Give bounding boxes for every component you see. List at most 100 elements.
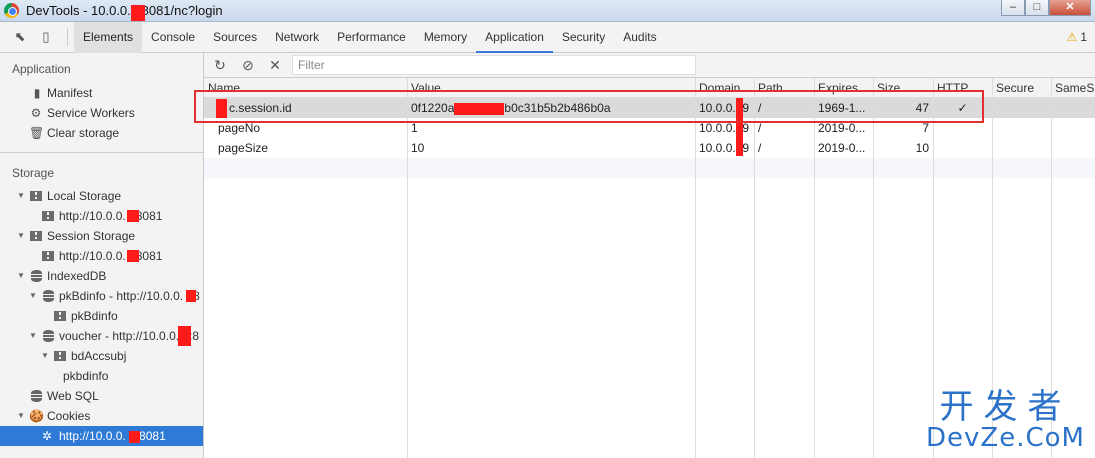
- column-header-size[interactable]: Size: [873, 78, 933, 98]
- cell-name-text: c.session.id: [229, 101, 292, 115]
- cell-path: /: [758, 101, 762, 115]
- redaction-mark: [178, 326, 191, 346]
- watermark-en: DevZe.CoM: [926, 423, 1085, 453]
- column-divider: [407, 78, 408, 458]
- cell-domain: 10.0.0. 9: [699, 121, 750, 135]
- cell-size: 47: [915, 101, 929, 115]
- refresh-icon[interactable]: ↻: [212, 57, 228, 73]
- sidebar-item-local-storage-origin[interactable]: http://10.0.0. 8081: [0, 206, 203, 226]
- sidebar-item-db-pkbdinfo[interactable]: ▼ pkBdinfo - http://10.0.0. :8: [0, 286, 203, 306]
- sidebar-item-local-storage[interactable]: ▼ Local Storage: [0, 186, 203, 206]
- cell-http: [933, 118, 992, 138]
- devtools-tabbar: ⬉ ▯ Elements Console Sources Network Per…: [0, 22, 1095, 53]
- expand-arrow-icon[interactable]: ▼: [17, 186, 25, 206]
- panel-tabs: Elements Console Sources Network Perform…: [74, 22, 666, 53]
- window-title: DevTools - 10.0.0. 8081/nc?login: [26, 3, 223, 18]
- redaction-mark: [127, 210, 139, 222]
- inspect-element-icon[interactable]: ⬉: [12, 29, 28, 45]
- sidebar-item-db-voucher[interactable]: ▼ voucher - http://10.0.0. :8: [0, 326, 203, 346]
- sidebar-item-indexeddb[interactable]: ▼ IndexedDB: [0, 266, 203, 286]
- sidebar-item-manifest[interactable]: ▮ Manifest: [0, 83, 203, 103]
- expand-arrow-icon[interactable]: ▼: [29, 326, 37, 346]
- window-controls: – □ ✕: [1001, 0, 1091, 16]
- sidebar-item-store-bdaccsubj[interactable]: ▼ bdAccsubj: [0, 346, 203, 366]
- sidebar-item-session-storage[interactable]: ▼ Session Storage: [0, 226, 203, 246]
- cell-value-text: 0f1220a: [411, 101, 455, 115]
- tab-network[interactable]: Network: [266, 22, 328, 53]
- cell-domain: 10.0.0. 9: [699, 101, 750, 115]
- close-button[interactable]: ✕: [1049, 0, 1091, 16]
- sidebar-item-web-sql[interactable]: Web SQL: [0, 386, 203, 406]
- tab-audits[interactable]: Audits: [614, 22, 665, 53]
- document-icon: ▮: [33, 86, 41, 100]
- expand-arrow-icon[interactable]: ▼: [17, 406, 25, 426]
- tab-memory[interactable]: Memory: [415, 22, 476, 53]
- warnings-counter[interactable]: ⚠ 1: [1067, 30, 1087, 44]
- sidebar-item-clear-storage[interactable]: 🗑 Clear storage: [0, 123, 203, 143]
- sidebar-item-label: Cookies: [47, 409, 91, 423]
- cell-name: pageSize: [218, 141, 269, 155]
- cell-http: ✓: [957, 101, 968, 115]
- cookie-icon: ✲: [41, 429, 53, 443]
- database-icon: [31, 390, 42, 402]
- cell-path: /: [758, 121, 762, 135]
- column-header-name[interactable]: Name: [204, 78, 407, 98]
- sidebar-item-service-workers[interactable]: ⚙ Service Workers: [0, 103, 203, 123]
- cell-value-text: b0c31b5b2b486b0a: [504, 101, 611, 115]
- sidebar-divider: [0, 152, 203, 153]
- sidebar-item-label: pkBdinfo: [71, 309, 118, 323]
- sidebar-item-label: http://10.0.0. 8081: [59, 209, 163, 223]
- tab-console[interactable]: Console: [142, 22, 204, 53]
- redaction-mark: [131, 5, 145, 21]
- sidebar-item-label: Local Storage: [47, 189, 122, 203]
- window-titlebar: DevTools - 10.0.0. 8081/nc?login – □ ✕: [0, 0, 1095, 22]
- cell-secure: [992, 118, 1051, 138]
- expand-arrow-icon[interactable]: ▼: [17, 226, 25, 246]
- sidebar-item-cookies[interactable]: ▼ 🍪 Cookies: [0, 406, 203, 426]
- cell-expires: 2019-0...: [818, 121, 866, 135]
- sidebar-item-label: Clear storage: [47, 126, 120, 140]
- cell-domain: 10.0.0. 9: [699, 141, 750, 155]
- table-row[interactable]: pageSize 10 10.0.0. 9 / 2019-0... 10: [204, 138, 1095, 158]
- expand-arrow-icon[interactable]: ▼: [29, 286, 37, 306]
- table-header: Name Value Domain Path Expires ... Size …: [204, 78, 1095, 98]
- column-header-http[interactable]: HTTP: [933, 78, 992, 98]
- minimize-button[interactable]: –: [1001, 0, 1025, 16]
- column-header-samesite[interactable]: SameSi: [1051, 78, 1095, 98]
- grid-icon: [54, 351, 66, 361]
- column-divider: [695, 78, 696, 458]
- column-header-path[interactable]: Path: [754, 78, 814, 98]
- column-header-secure[interactable]: Secure: [992, 78, 1051, 98]
- tab-sources[interactable]: Sources: [204, 22, 266, 53]
- tab-elements[interactable]: Elements: [74, 22, 143, 53]
- database-icon: [43, 330, 54, 342]
- tab-security[interactable]: Security: [553, 22, 614, 53]
- tab-application[interactable]: Application: [476, 22, 553, 53]
- tab-performance[interactable]: Performance: [328, 22, 415, 53]
- column-divider: [814, 78, 815, 458]
- expand-arrow-icon[interactable]: ▼: [17, 266, 25, 286]
- sidebar-item-store-pkbdinfo[interactable]: pkBdinfo: [0, 306, 203, 326]
- column-header-value[interactable]: Value: [407, 78, 695, 98]
- table-row[interactable]: pageNo 1 10.0.0. 9 / 2019-0... 7: [204, 118, 1095, 138]
- expand-arrow-icon[interactable]: ▼: [41, 346, 49, 366]
- maximize-button[interactable]: □: [1025, 0, 1049, 16]
- filter-input[interactable]: [292, 55, 696, 75]
- cell-size: 10: [915, 141, 929, 155]
- cell-expires: 2019-0...: [818, 141, 866, 155]
- column-header-domain[interactable]: Domain: [695, 78, 754, 98]
- cell-name: c.session.id: [204, 98, 407, 118]
- device-toolbar-icon[interactable]: ▯: [38, 29, 54, 45]
- cookies-toolbar: ↻ ⊘ ✕: [204, 53, 1095, 78]
- cell-samesite: [1051, 98, 1095, 118]
- grid-icon: [30, 231, 42, 241]
- delete-selected-icon[interactable]: ✕: [267, 57, 283, 73]
- column-header-expires[interactable]: Expires ...: [814, 78, 873, 98]
- redaction-mark: [127, 250, 139, 262]
- sidebar-item-index-pkbdinfo[interactable]: pkbdinfo: [0, 366, 203, 386]
- sidebar-item-cookies-origin[interactable]: ✲ http://10.0.0. :8081: [0, 426, 203, 446]
- table-row[interactable]: c.session.id 0f1220a b0c31b5b2b486b0a 10.…: [204, 98, 1095, 118]
- sidebar-item-session-storage-origin[interactable]: http://10.0.0. 8081: [0, 246, 203, 266]
- redaction-mark: [129, 431, 140, 443]
- clear-all-icon[interactable]: ⊘: [240, 57, 256, 73]
